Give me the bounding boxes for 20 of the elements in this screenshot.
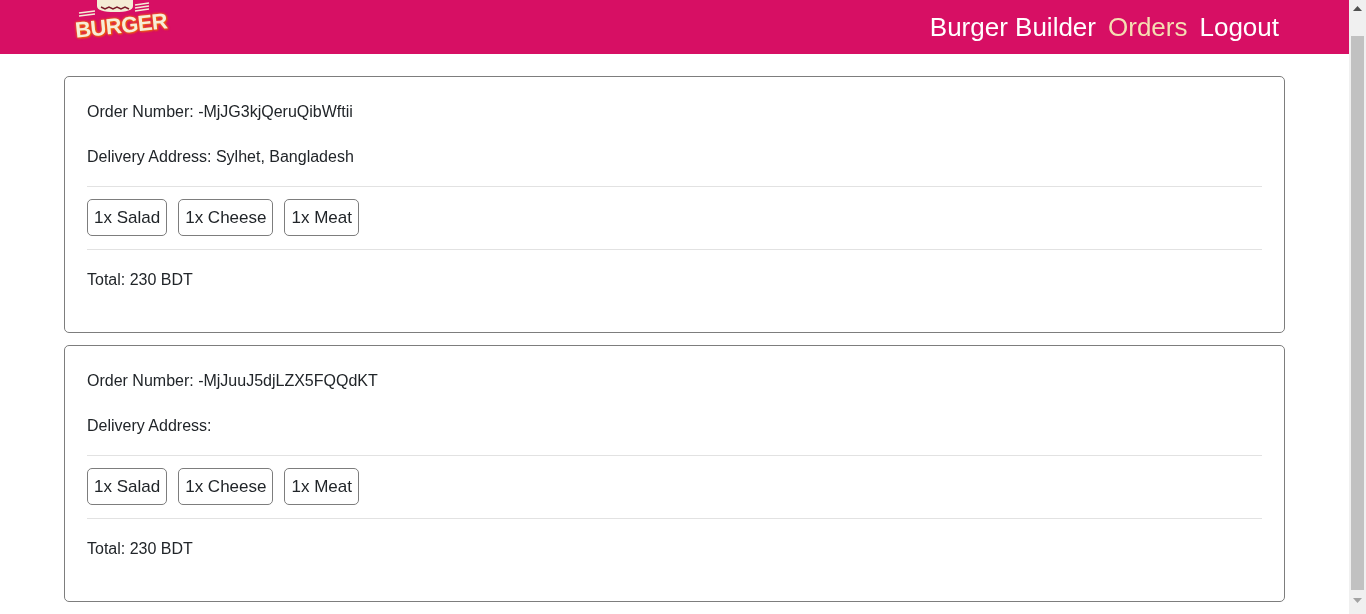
ingredient-tag: 1x Cheese — [178, 468, 274, 505]
scrollbar-thumb[interactable] — [1351, 36, 1364, 590]
nav-link[interactable]: Orders — [1108, 11, 1188, 43]
scroll-down-arrow-icon[interactable] — [1353, 598, 1362, 603]
order-total: Total: 230 BDT — [87, 270, 194, 290]
ingredient-tag: 1x Salad — [87, 199, 168, 236]
delivery-address: Delivery Address: — [87, 416, 213, 436]
scroll-up-arrow-icon[interactable] — [1353, 6, 1362, 11]
logo-text: BURGER — [74, 9, 169, 43]
nav-link[interactable]: Logout — [1199, 11, 1279, 43]
nav-link[interactable]: Burger Builder — [929, 11, 1096, 43]
order-number: Order Number: -MjJuuJ5djLZX5FQQdKT — [87, 371, 379, 391]
delivery-address: Delivery Address: Sylhet, Bangladesh — [87, 147, 355, 167]
ingredient-tag: 1x Meat — [284, 199, 359, 236]
order-total: Total: 230 BDT — [87, 539, 194, 559]
order-number: Order Number: -MjJG3kjQeruQibWftii — [87, 102, 354, 122]
scrollbar[interactable] — [1349, 0, 1366, 614]
ingredient-tag: 1x Meat — [284, 468, 359, 505]
ingredient-tag: 1x Cheese — [178, 199, 274, 236]
ingredient-tag: 1x Salad — [87, 468, 168, 505]
